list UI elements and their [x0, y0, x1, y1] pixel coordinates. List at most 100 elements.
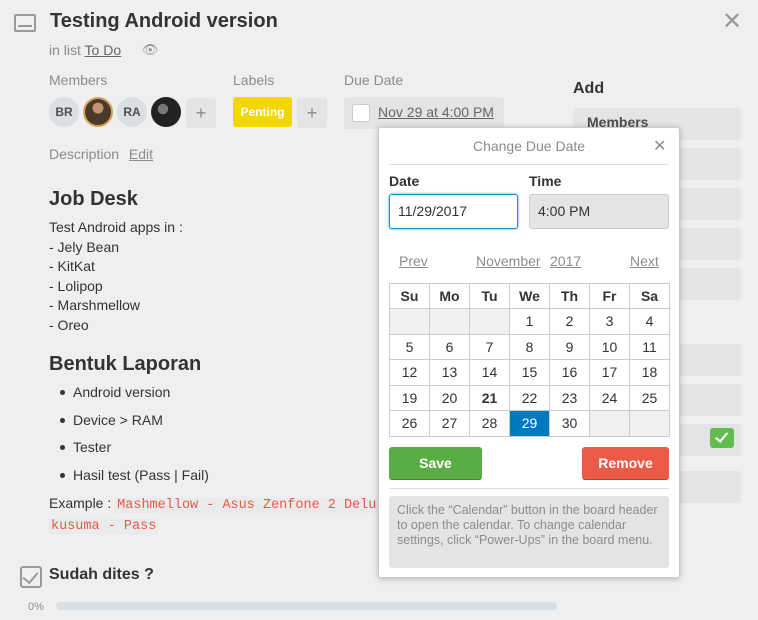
calendar-day[interactable]: 11 [629, 333, 670, 360]
time-label: Time [529, 173, 562, 189]
checklist-icon [20, 566, 42, 588]
divider [389, 488, 669, 489]
calendar-day[interactable]: 25 [629, 384, 670, 411]
change-due-date-popup: Change Due Date ✕ Date Time 11/29/2017 4… [378, 127, 680, 578]
calendar-day[interactable]: 27 [429, 410, 470, 437]
avatar-br[interactable]: BR [49, 97, 79, 127]
weekday-header: Tu [469, 283, 510, 309]
weekday-header: Su [389, 283, 430, 309]
calendar-day[interactable]: 26 [389, 410, 430, 437]
checklist-title[interactable]: Sudah dites ? [49, 566, 154, 584]
add-label-button[interactable]: + [297, 98, 327, 128]
calendar-day[interactable]: 19 [389, 384, 430, 411]
calendar-day[interactable]: 17 [589, 359, 630, 386]
calendar-empty-cell [629, 410, 670, 437]
close-icon[interactable]: ✕ [653, 136, 666, 156]
add-member-button[interactable]: + [186, 98, 216, 128]
calendar-empty-cell [389, 308, 430, 335]
calendar-day[interactable]: 7 [469, 333, 510, 360]
calendar-day[interactable]: 18 [629, 359, 670, 386]
calendar-day[interactable]: 6 [429, 333, 470, 360]
report-bullets: Android version Device > RAM Tester Hasi… [60, 384, 209, 494]
avatar-ra[interactable]: RA [117, 97, 147, 127]
calendar-day[interactable]: 13 [429, 359, 470, 386]
calendar-day[interactable]: 3 [589, 308, 630, 335]
calendar-hint: Click the “Calendar” button in the board… [389, 496, 669, 568]
year-select[interactable]: 2017 [550, 253, 581, 269]
date-input[interactable]: 11/29/2017 [389, 194, 518, 229]
calendar-day[interactable]: 12 [389, 359, 430, 386]
members-label: Members [49, 72, 108, 88]
calendar-empty-cell [469, 308, 510, 335]
example-code: Mashmellow - Asus Zenfone 2 Delu [115, 498, 379, 513]
calendar-day[interactable]: 14 [469, 359, 510, 386]
example-label: Example : [49, 495, 112, 511]
calendar-day[interactable]: 5 [389, 333, 430, 360]
check-icon[interactable] [710, 428, 734, 448]
labels-label: Labels [233, 72, 275, 88]
calendar-day[interactable]: 4 [629, 308, 670, 335]
close-icon[interactable]: ✕ [722, 10, 742, 34]
calendar-empty-cell [429, 308, 470, 335]
calendar-day[interactable]: 1 [509, 308, 550, 335]
version-item: - Jely Bean [49, 238, 120, 255]
intro-text: Test Android apps in : [49, 219, 183, 235]
calendar-day[interactable]: 24 [589, 384, 630, 411]
version-item: - Marshmellow [49, 297, 141, 313]
date-label: Date [389, 173, 420, 189]
due-date-value[interactable]: Nov 29 at 4:00 PM [378, 104, 494, 120]
due-complete-checkbox[interactable] [352, 104, 370, 122]
checklist-percent: 0% [28, 601, 44, 613]
description-label: Description Edit [49, 146, 153, 162]
calendar-week: 1234 [389, 308, 670, 335]
version-item: - Oreo [49, 316, 89, 333]
calendar-day[interactable]: 2 [549, 308, 590, 335]
calendar-day[interactable]: 20 [429, 384, 470, 411]
prev-month-link[interactable]: Prev [399, 253, 428, 269]
calendar-day[interactable]: 16 [549, 359, 590, 386]
month-select[interactable]: November [476, 253, 541, 269]
calendar-week: 26 27 28 29 30 [389, 410, 670, 437]
due-date-label: Due Date [344, 72, 404, 88]
bullet-item: Hasil test (Pass | Fail) [60, 467, 209, 495]
checklist-progress-bar [56, 602, 557, 610]
in-list-prefix: in list [49, 42, 81, 58]
bullet-item: Android version [60, 384, 209, 412]
divider [389, 164, 669, 165]
calendar-day[interactable]: 10 [589, 333, 630, 360]
heading-bentuk-laporan: Bentuk Laporan [49, 353, 202, 375]
calendar-day[interactable]: 15 [509, 359, 550, 386]
avatar-photo[interactable] [83, 97, 113, 127]
label-chip[interactable]: Penting [233, 97, 292, 127]
next-month-link[interactable]: Next [630, 253, 659, 269]
calendar-day[interactable]: 9 [549, 333, 590, 360]
time-input[interactable]: 4:00 PM [529, 194, 669, 229]
calendar-day[interactable]: 29 [509, 410, 550, 437]
edit-description-link[interactable]: Edit [129, 146, 153, 162]
calendar-grid: Su Mo Tu We Th Fr Sa 1 2 3 4 5 6 7 8 9 10 11 12 13 14… [389, 283, 670, 437]
calendar-empty-cell [589, 410, 630, 437]
calendar-day[interactable]: 28 [469, 410, 510, 437]
example-line: Example : Mashmellow - Asus Zenfone 2 De… [49, 494, 379, 516]
list-link[interactable]: To Do [85, 42, 122, 58]
avatar-photo[interactable] [151, 97, 181, 127]
example-code: kusuma - Pass [49, 519, 159, 534]
card-title[interactable]: Testing Android version [50, 10, 278, 33]
calendar-day[interactable]: 21 [469, 384, 510, 411]
remove-button[interactable]: Remove [582, 447, 669, 480]
example-line-2: kusuma - Pass [49, 515, 159, 537]
popup-title: Change Due Date [472, 138, 586, 154]
description-heading: Description [49, 146, 120, 162]
weekday-header: Mo [429, 283, 470, 309]
calendar-week: 19 20 21 22 23 24 25 [389, 384, 670, 411]
calendar-day[interactable]: 8 [509, 333, 550, 360]
add-heading: Add [573, 80, 605, 97]
save-button[interactable]: Save [389, 447, 482, 480]
calendar-day[interactable]: 23 [549, 384, 590, 411]
eye-icon: 👁 [142, 42, 159, 57]
calendar-day[interactable]: 22 [509, 384, 550, 411]
calendar-day[interactable]: 30 [549, 410, 590, 437]
bullet-item: Device > RAM [60, 412, 209, 440]
weekday-header: Fr [589, 283, 630, 309]
version-item: - KitKat [49, 258, 95, 274]
